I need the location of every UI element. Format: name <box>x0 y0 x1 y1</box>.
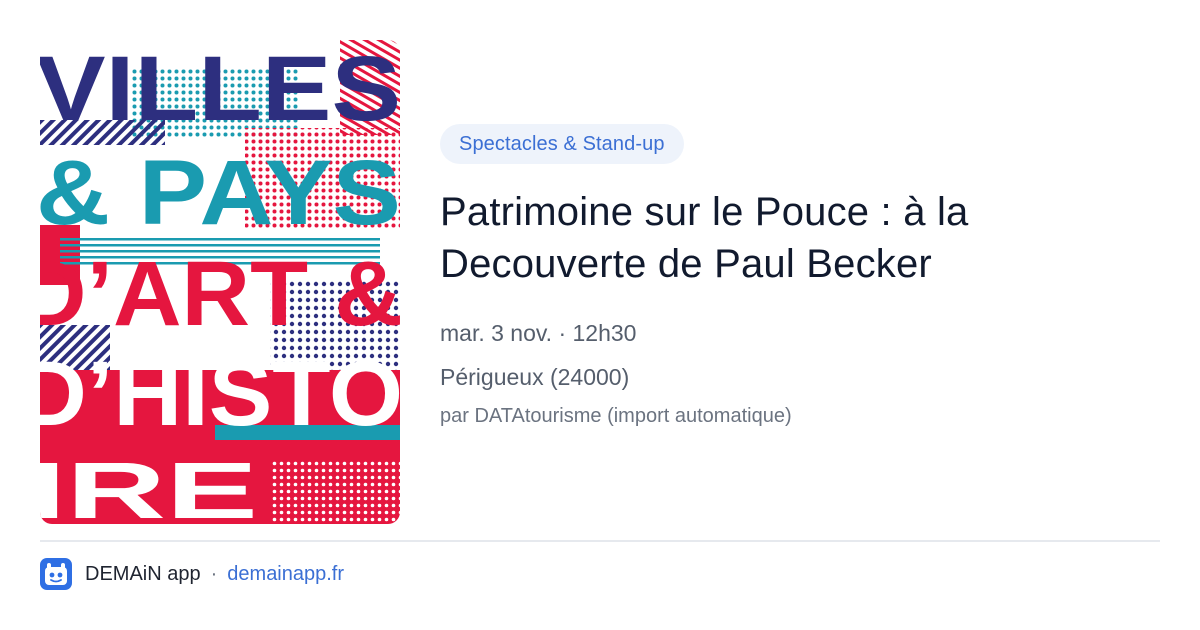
event-datetime: mar. 3 nov. · 12h30 <box>440 320 637 346</box>
footer-divider <box>40 540 1160 542</box>
site-link[interactable]: demainapp.fr <box>227 563 344 586</box>
footer-separator: · <box>210 562 218 585</box>
event-image: VILLES & PAYS D’ART & D’HISTO IRE <box>40 40 400 524</box>
event-location: Périgueux (24000) <box>440 364 630 390</box>
demain-logo-icon <box>40 558 72 590</box>
footer: DEMAiN app · demainapp.fr <box>40 558 344 590</box>
poster-line-3: D’ART & <box>40 243 400 345</box>
poster-line-5: IRE <box>40 446 258 524</box>
poster-line-4: D’HISTO <box>40 343 400 445</box>
app-name: DEMAiN app <box>85 562 201 585</box>
event-source: par DATAtourisme (import automatique) <box>440 405 792 427</box>
event-info: Spectacles & Stand-up Patrimoine sur le … <box>440 124 1160 430</box>
poster-line-1: VILLES <box>40 40 400 140</box>
category-badge[interactable]: Spectacles & Stand-up <box>440 124 684 164</box>
event-title: Patrimoine sur le Pouce : à la Decouvert… <box>440 190 969 286</box>
poster-line-2: & PAYS <box>40 142 400 244</box>
